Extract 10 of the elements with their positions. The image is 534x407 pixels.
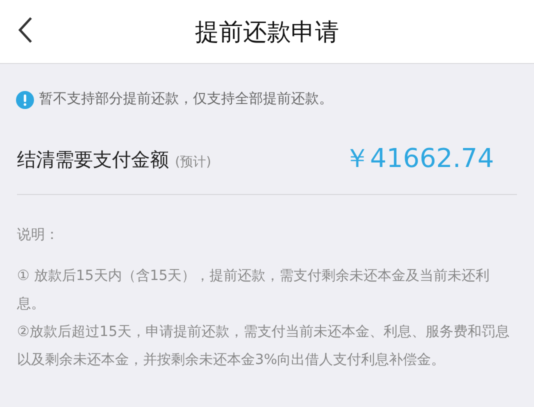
notice-text: 暂不支持部分提前还款，仅支持全部提前还款。: [39, 90, 333, 109]
explanation-item: ① 放款后15天内（含15天），提前还款，需支付剩余未还本金及当前未还利息。: [17, 267, 491, 314]
amount-note: (预计): [175, 154, 212, 172]
page-title: 提前还款申请: [195, 16, 339, 48]
explanation-item: ②放款后超过15天，申请提前还款，需支付当前未还本金、利息、服务费和罚息以及剩余未还本金，并按剩余未还本金3%向出借人支付利息补偿金。: [17, 323, 510, 370]
amount-label: 结清需要支付金额: [17, 148, 169, 172]
back-icon: [17, 16, 33, 44]
explanation-heading: 说明：: [17, 226, 60, 245]
amount-value: ￥41662.74: [344, 144, 494, 174]
info-icon: [16, 90, 34, 108]
